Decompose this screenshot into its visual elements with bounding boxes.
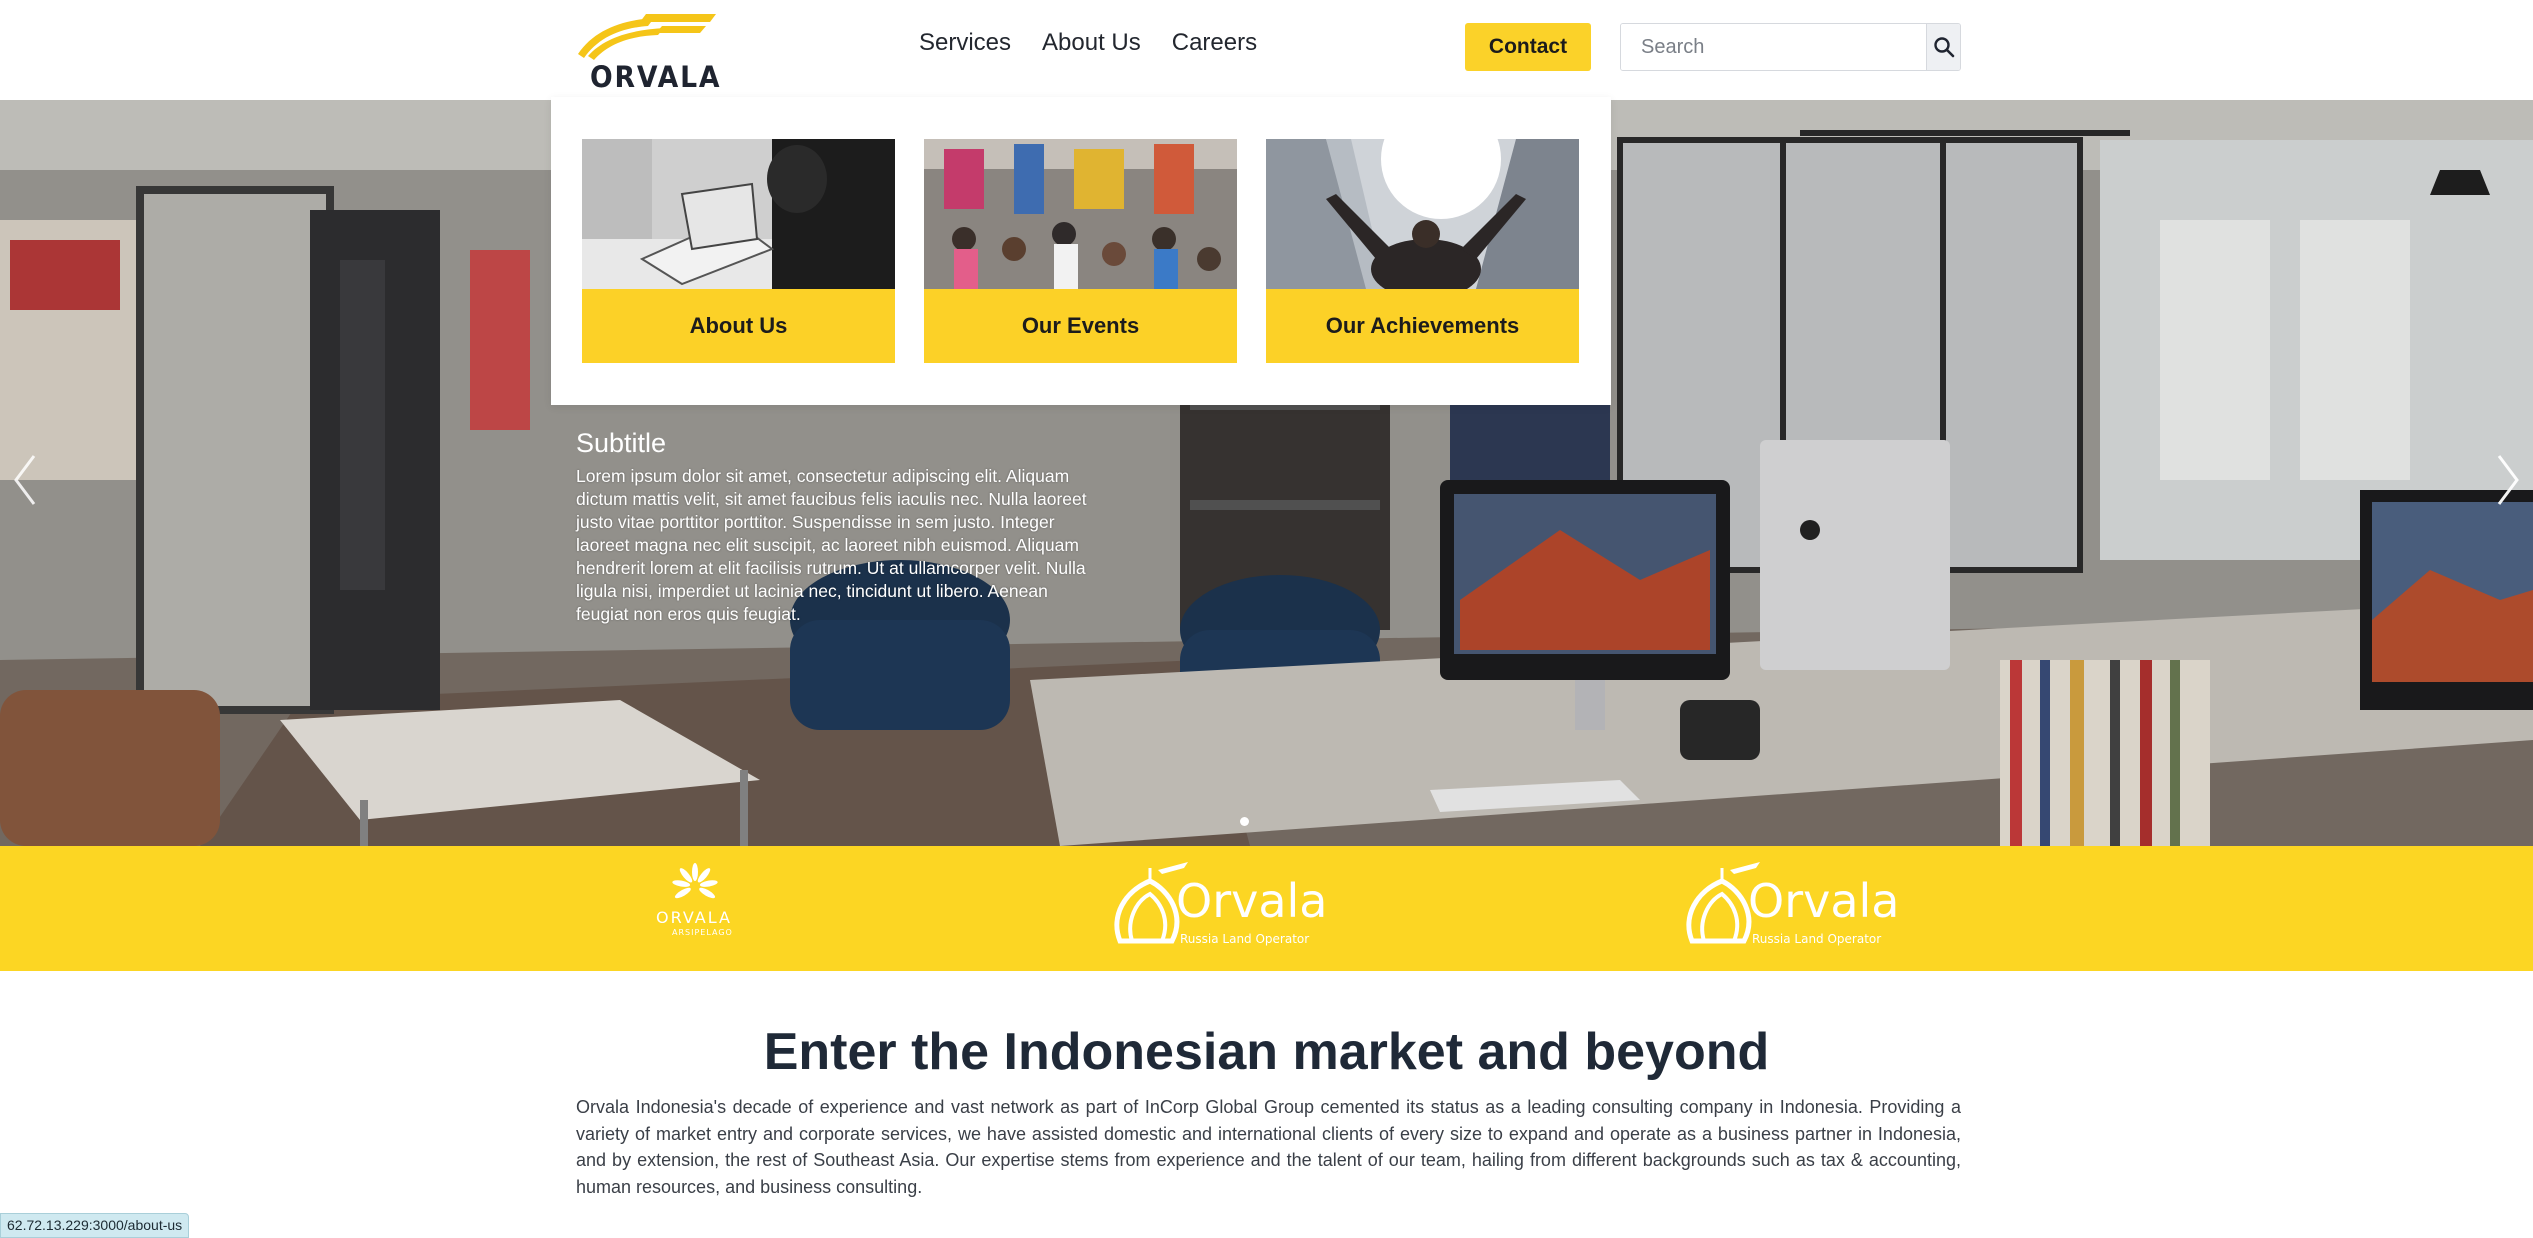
dropdown-card-about-us[interactable]: About Us: [582, 139, 895, 363]
logo-wordmark: ORVALA: [590, 60, 722, 94]
status-bar-url: 62.72.13.229:3000/about-us: [0, 1213, 190, 1238]
nav-careers[interactable]: Careers: [1172, 29, 1257, 57]
contact-button[interactable]: Contact: [1465, 23, 1591, 71]
chevron-right-icon: [2497, 455, 2519, 505]
dropdown-card-label: About Us: [582, 289, 895, 363]
site-header: ORVALA Services About Us Careers Contact: [0, 0, 2533, 100]
nav-about-us[interactable]: About Us: [1042, 29, 1141, 57]
partner-subtitle: Russia Land Operator: [1180, 932, 1310, 946]
nav-services[interactable]: Services: [919, 29, 1011, 57]
orvala-logo[interactable]: ORVALA: [574, 8, 724, 94]
partner-logos-strip: ORVALA ARSIPELAGO Orvala Russia Land Ope…: [0, 846, 2533, 971]
carousel-dot[interactable]: [1240, 817, 1249, 826]
chevron-left-icon: [14, 455, 36, 505]
dropdown-card-label: Our Events: [924, 289, 1237, 363]
partner-subtitle: Russia Land Operator: [1752, 932, 1882, 946]
dropdown-card-our-achievements[interactable]: Our Achievements: [1266, 139, 1579, 363]
dropdown-card-label: Our Achievements: [1266, 289, 1579, 363]
about-us-dropdown-menu: About Us Our Events Our Achievements: [551, 97, 1611, 405]
partner-name: Orvala: [1748, 874, 1900, 928]
sun-flower-icon: [672, 863, 718, 899]
intro-heading: Enter the Indonesian market and beyond: [763, 1023, 1770, 1081]
hero-text: Lorem ipsum dolor sit amet, consectetur …: [576, 466, 1087, 624]
search-button[interactable]: [1926, 24, 1960, 70]
celebrating-man-image: [1266, 139, 1579, 289]
partner-logo-orvala-russia-1[interactable]: Orvala Russia Land Operator: [1110, 856, 1328, 961]
hero-subtitle: Subtitle: [576, 428, 667, 458]
partner-name: ORVALA: [656, 908, 732, 927]
carousel-next-button[interactable]: [2483, 440, 2533, 520]
intro-paragraph: Orvala Indonesia's decade of experience …: [576, 1097, 1961, 1197]
search-box: [1620, 23, 1961, 71]
person-laptop-image: [582, 139, 895, 289]
partner-subtitle: ARSIPELAGO: [672, 928, 733, 937]
partner-logo-orvala-russia-2[interactable]: Orvala Russia Land Operator: [1682, 856, 1900, 961]
partner-logo-orvala-arsipelago[interactable]: ORVALA ARSIPELAGO: [640, 856, 750, 961]
carousel-indicators: [1240, 817, 1249, 826]
event-crowd-image: [924, 139, 1237, 289]
partner-name: Orvala: [1176, 874, 1328, 928]
dropdown-card-our-events[interactable]: Our Events: [924, 139, 1237, 363]
search-icon: [1933, 37, 1954, 58]
carousel-prev-button[interactable]: [0, 440, 50, 520]
search-input[interactable]: [1621, 24, 1926, 70]
hero-caption: Subtitle Lorem ipsum dolor sit amet, con…: [576, 428, 1096, 626]
logo-swoosh-icon: [578, 14, 716, 60]
main-nav: Services About Us Careers: [919, 29, 1257, 57]
